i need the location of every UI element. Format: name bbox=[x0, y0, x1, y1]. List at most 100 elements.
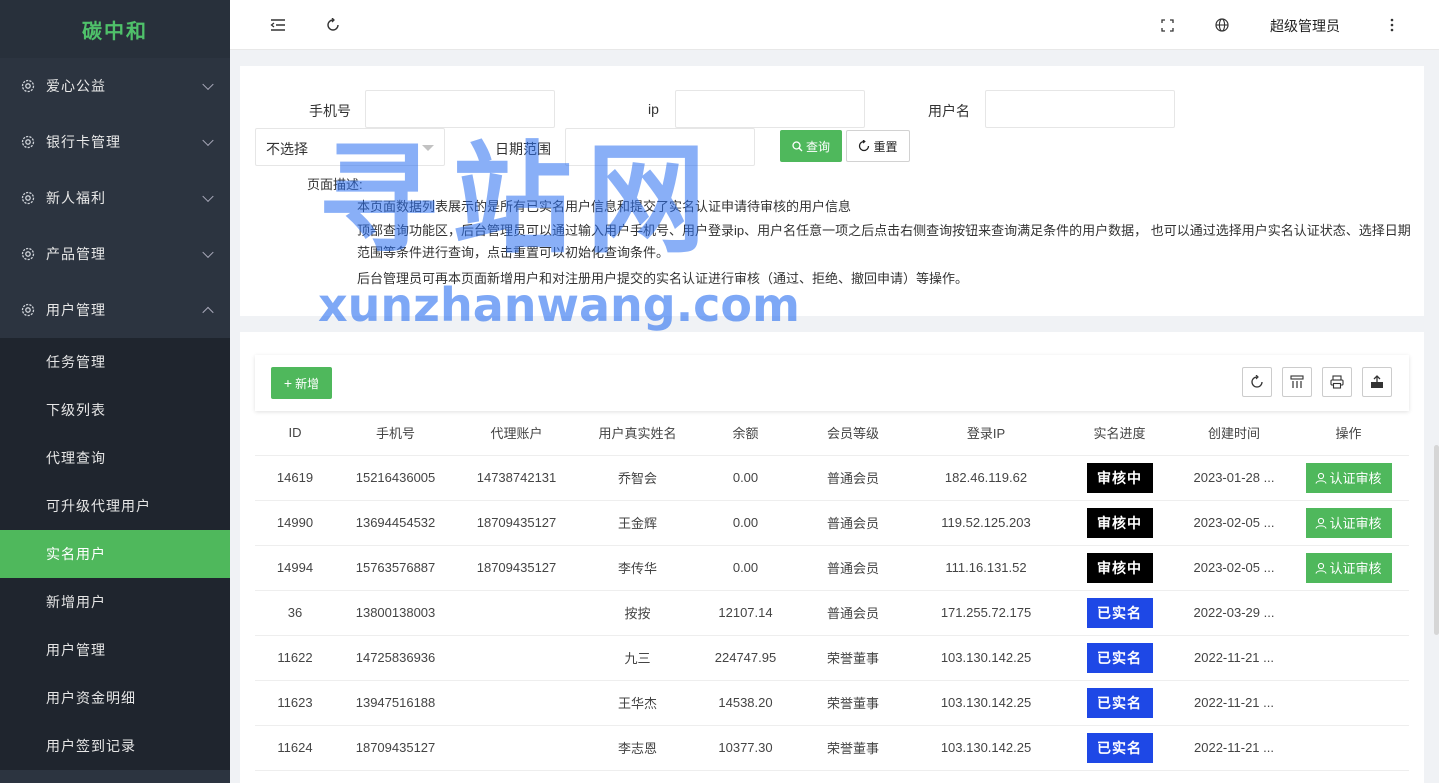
table-row[interactable]: 14990 13694454532 18709435127 王金辉 0.00 普… bbox=[255, 500, 1409, 546]
cell-action: 认证审核 bbox=[1288, 500, 1409, 546]
add-user-button[interactable]: + 新增 bbox=[271, 367, 332, 399]
sidebar-item-user-management[interactable]: 用户管理 bbox=[0, 626, 230, 674]
cell-phone: 13947516188 bbox=[335, 680, 456, 726]
fullscreen-icon[interactable] bbox=[1157, 15, 1177, 35]
cell-ip: 111.16.131.52 bbox=[913, 545, 1059, 591]
cell-action bbox=[1288, 680, 1409, 726]
cell-action: 认证审核 bbox=[1288, 455, 1409, 501]
column-header[interactable]: 创建时间 bbox=[1180, 410, 1288, 456]
sidebar-item-checkin-records[interactable]: 用户签到记录 bbox=[0, 722, 230, 770]
print-button[interactable] bbox=[1322, 367, 1352, 397]
status-badge: 已实名 bbox=[1086, 732, 1153, 763]
column-header[interactable]: 实名进度 bbox=[1059, 410, 1180, 456]
cell-level: 普通会员 bbox=[793, 590, 913, 636]
menu-group-products[interactable]: 产品管理 bbox=[0, 226, 230, 282]
cell-name: 九三 bbox=[577, 635, 698, 681]
table-row[interactable]: 14994 15763576887 18709435127 李传华 0.00 普… bbox=[255, 545, 1409, 591]
cell-agent bbox=[456, 590, 577, 636]
cell-balance: 10377.30 bbox=[698, 725, 793, 771]
menu-fold-icon[interactable] bbox=[268, 15, 288, 35]
sidebar-item-agent-query[interactable]: 代理查询 bbox=[0, 434, 230, 482]
user-icon bbox=[1315, 517, 1327, 529]
audit-button[interactable]: 认证审核 bbox=[1305, 552, 1392, 583]
page-scrollbar[interactable] bbox=[1434, 445, 1439, 635]
reset-button[interactable]: 重置 bbox=[846, 130, 910, 162]
query-button[interactable]: 查询 bbox=[780, 130, 842, 162]
phone-input[interactable] bbox=[365, 90, 555, 128]
cell-agent bbox=[456, 725, 577, 771]
cell-name: 按按 bbox=[577, 590, 698, 636]
status-badge: 已实名 bbox=[1086, 597, 1153, 628]
user-icon bbox=[1315, 472, 1327, 484]
cell-action: 认证审核 bbox=[1288, 545, 1409, 591]
column-header[interactable]: 代理账户 bbox=[456, 410, 577, 456]
table-row[interactable]: 36 13800138003 按按 12107.14 普通会员 171.255.… bbox=[255, 590, 1409, 636]
globe-icon[interactable] bbox=[1212, 15, 1232, 35]
username-input[interactable] bbox=[985, 90, 1175, 128]
cell-balance: 14538.20 bbox=[698, 680, 793, 726]
refresh-table-button[interactable] bbox=[1242, 367, 1272, 397]
menu-group-newcomer[interactable]: 新人福利 bbox=[0, 170, 230, 226]
cell-status: 审核中 bbox=[1059, 500, 1180, 546]
cell-ip: 103.130.142.25 bbox=[913, 725, 1059, 771]
chevron-down-icon bbox=[202, 246, 214, 259]
sidebar-item-upgradable-agents[interactable]: 可升级代理用户 bbox=[0, 482, 230, 530]
cell-id: 11622 bbox=[255, 635, 335, 681]
cell-level: 荣誉董事 bbox=[793, 680, 913, 726]
table-row[interactable]: 14619 15216436005 14738742131 乔智会 0.00 普… bbox=[255, 455, 1409, 501]
column-header[interactable]: 登录IP bbox=[913, 410, 1059, 456]
sidebar-item-fund-details[interactable]: 用户资金明细 bbox=[0, 674, 230, 722]
cell-status: 审核中 bbox=[1059, 455, 1180, 501]
sidebar-item-add-user[interactable]: 新增用户 bbox=[0, 578, 230, 626]
column-header[interactable]: 会员等级 bbox=[793, 410, 913, 456]
sidebar-item-subordinates[interactable]: 下级列表 bbox=[0, 386, 230, 434]
table-row[interactable]: 11623 13947516188 王华杰 14538.20 荣誉董事 103.… bbox=[255, 680, 1409, 726]
cell-created: 2022-11-21 ... bbox=[1180, 635, 1288, 681]
admin-username[interactable]: 超级管理员 bbox=[1270, 16, 1340, 36]
cell-created: 2023-01-28 ... bbox=[1180, 455, 1288, 501]
sidebar-item-tasks[interactable]: 任务管理 bbox=[0, 338, 230, 386]
cell-phone: 14725836936 bbox=[335, 635, 456, 681]
audit-button[interactable]: 认证审核 bbox=[1305, 507, 1392, 538]
chevron-down-icon bbox=[202, 190, 214, 203]
cell-status: 已实名 bbox=[1059, 590, 1180, 636]
menu-group-label: 爱心公益 bbox=[46, 78, 106, 94]
cell-name: 李志恩 bbox=[577, 725, 698, 771]
chevron-down-icon bbox=[202, 78, 214, 91]
columns-button[interactable] bbox=[1282, 367, 1312, 397]
cell-status: 已实名 bbox=[1059, 725, 1180, 771]
menu-group-bank-card[interactable]: 银行卡管理 bbox=[0, 114, 230, 170]
column-header[interactable]: ID bbox=[255, 410, 335, 456]
table-panel: + 新增 ID 手机号 代理账户 用户真实姓名 余额 会员等级 登录IP 实名进… bbox=[240, 332, 1424, 783]
column-header[interactable]: 余额 bbox=[698, 410, 793, 456]
column-header[interactable]: 操作 bbox=[1288, 410, 1409, 456]
export-button[interactable] bbox=[1362, 367, 1392, 397]
cell-status: 已实名 bbox=[1059, 680, 1180, 726]
cell-phone: 15216436005 bbox=[335, 455, 456, 501]
menu-group-charity[interactable]: 爱心公益 bbox=[0, 58, 230, 114]
table-row[interactable]: 11624 18709435127 李志恩 10377.30 荣誉董事 103.… bbox=[255, 725, 1409, 771]
column-header[interactable]: 手机号 bbox=[335, 410, 456, 456]
table-row[interactable]: 11622 14725836936 九三 224747.95 荣誉董事 103.… bbox=[255, 635, 1409, 681]
table-toolbar: + 新增 bbox=[255, 355, 1409, 411]
refresh-icon[interactable] bbox=[323, 15, 343, 35]
column-header[interactable]: 用户真实姓名 bbox=[577, 410, 698, 456]
cell-level: 普通会员 bbox=[793, 455, 913, 501]
cell-name: 王华杰 bbox=[577, 680, 698, 726]
audit-button[interactable]: 认证审核 bbox=[1305, 462, 1392, 493]
cell-ip: 119.52.125.203 bbox=[913, 500, 1059, 546]
menu-group-label: 新人福利 bbox=[46, 190, 106, 206]
ip-input[interactable] bbox=[675, 90, 865, 128]
gear-icon bbox=[20, 302, 36, 318]
sidebar: 碳中和 爱心公益 银行卡管理 新人福利 产品管理 用户管理 任务管理 下级列表 … bbox=[0, 0, 230, 783]
cell-agent: 18709435127 bbox=[456, 545, 577, 591]
more-vertical-icon[interactable] bbox=[1382, 15, 1402, 35]
cell-action bbox=[1288, 590, 1409, 636]
menu-group-label: 产品管理 bbox=[46, 246, 106, 262]
menu-group-users[interactable]: 用户管理 bbox=[0, 282, 230, 338]
cell-level: 普通会员 bbox=[793, 545, 913, 591]
cell-name: 乔智会 bbox=[577, 455, 698, 501]
audit-label: 认证审核 bbox=[1329, 516, 1382, 531]
cell-phone: 15763576887 bbox=[335, 545, 456, 591]
sidebar-item-verified-users[interactable]: 实名用户 bbox=[0, 530, 230, 578]
